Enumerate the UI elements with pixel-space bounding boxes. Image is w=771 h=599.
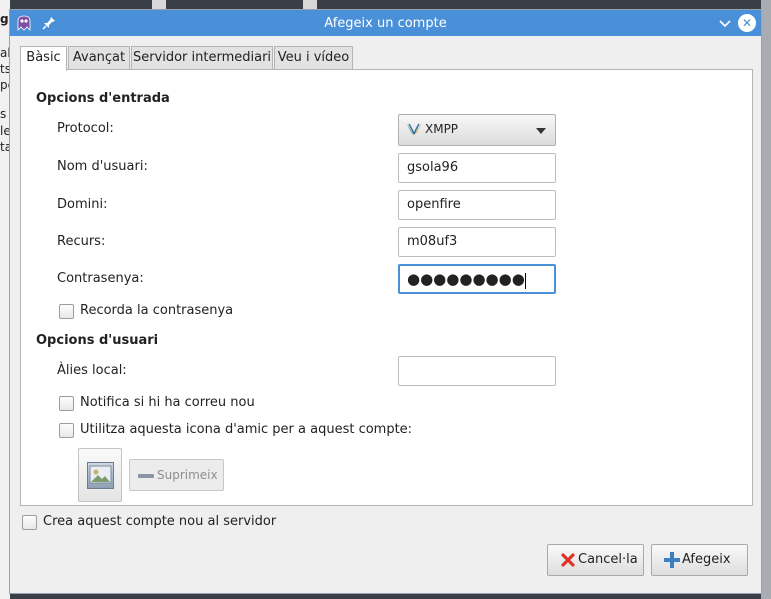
tab-advanced[interactable]: Avançat [68,46,130,70]
minimize-chevron-icon[interactable] [716,14,734,32]
use-buddy-icon-label: Utilitza aquesta icona d'amic per a aque… [80,422,413,437]
cancel-icon [561,553,575,567]
tab-voice-video[interactable]: Veu i vídeo [274,46,353,70]
password-input[interactable]: ●●●●●●●●● [398,264,556,294]
dropdown-arrow-icon [536,128,546,134]
remove-icon-button[interactable]: Suprimeix [129,459,224,491]
protocol-label: Protocol: [57,121,114,136]
background-window-right [761,0,771,599]
protocol-value: XMPP [425,122,459,136]
checkbox-box[interactable] [59,396,74,411]
xmpp-icon [407,123,421,136]
close-icon[interactable]: ✕ [738,14,756,32]
remove-label: Suprimeix [157,468,218,482]
remember-password-label: Recorda la contrasenya [80,303,234,318]
protocol-select[interactable]: XMPP [398,114,556,146]
add-label: Afegeix [682,552,731,567]
checkbox-box[interactable] [22,515,37,530]
local-alias-label: Àlies local: [57,363,127,378]
cancel-label: Cancel·la [578,552,638,567]
basic-tab-panel: Opcions d'entrada Protocol: XMPP Nom d'u… [20,69,753,506]
password-masked-value: ●●●●●●●●● [407,270,525,288]
remove-icon [138,474,154,478]
add-account-dialog: Afegeix un compte ✕ Bàsic Avançat Servid… [9,9,762,594]
tab-basic[interactable]: Bàsic [20,46,67,71]
local-alias-input[interactable] [398,356,556,386]
checkbox-box[interactable] [59,304,74,319]
checkbox-box[interactable] [59,423,74,438]
username-input[interactable]: gsola96 [398,153,556,183]
domain-input[interactable]: openfire [398,190,556,220]
password-label: Contrasenya: [57,271,144,286]
resource-input[interactable]: m08uf3 [398,227,556,257]
titlebar[interactable]: Afegeix un compte ✕ [10,10,761,36]
text-caret [524,272,526,289]
notify-mail-label: Notifica si hi ha correu nou [80,395,255,410]
user-options-title: Opcions d'usuari [36,333,159,348]
window-title: Afegeix un compte [324,16,447,31]
add-button[interactable]: Afegeix [651,544,748,576]
image-placeholder-icon [87,462,114,489]
buddy-icon-button[interactable] [78,448,122,502]
username-label: Nom d'usuari: [57,159,148,174]
add-icon [664,552,680,568]
create-on-server-label: Crea aquest compte nou al servidor [43,514,277,529]
resource-label: Recurs: [57,234,106,249]
login-options-title: Opcions d'entrada [36,91,170,106]
background-text: g [0,12,9,26]
cancel-button[interactable]: Cancel·la [547,544,644,576]
tab-proxy[interactable]: Servidor intermediari [131,46,273,70]
background-text: s [0,107,7,121]
domain-label: Domini: [57,197,108,212]
